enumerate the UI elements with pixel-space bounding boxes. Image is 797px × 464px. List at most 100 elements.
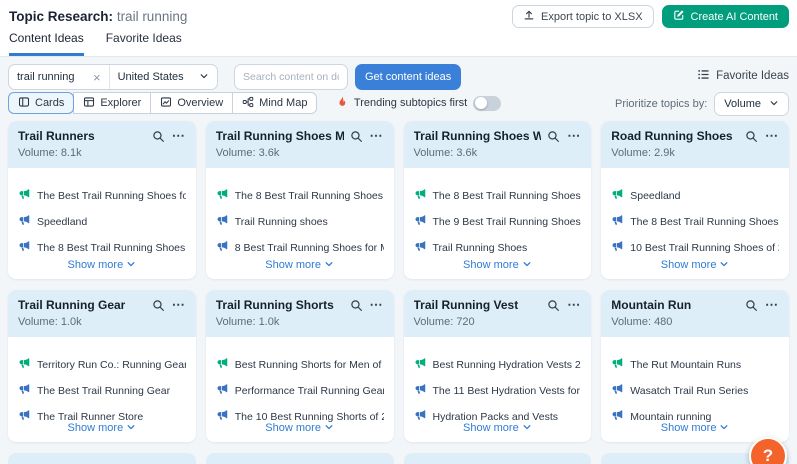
card-volume: Volume: 3.6k: [413, 147, 478, 159]
card-body: The 8 Best Trail Running Shoes for Trail…: [206, 168, 394, 255]
content-idea-item[interactable]: The Best Trail Running Gear: [18, 383, 186, 398]
content-idea-item[interactable]: Best Running Shorts for Men of 2025: [216, 357, 384, 372]
content-idea-item[interactable]: The 8 Best Trail Running Shoes for Trail…: [414, 188, 581, 203]
topic-card: Road Running Shoes ⋯ Volume: 2.9k Speedl…: [601, 121, 789, 279]
content-idea-item[interactable]: 8 Best Trail Running Shoes for Men: [216, 240, 384, 255]
view-cards-button[interactable]: Cards: [8, 92, 75, 114]
megaphone-icon: [18, 240, 30, 255]
more-menu-icon[interactable]: ⋯: [172, 129, 186, 142]
search-icon[interactable]: [152, 130, 165, 143]
content-idea-text: Wasatch Trail Run Series: [630, 384, 749, 397]
search-icon[interactable]: [350, 130, 363, 143]
card-body: Best Running Hydration Vests 2025: Fiel.…: [404, 337, 592, 424]
search-icon[interactable]: [152, 299, 165, 312]
show-more-link[interactable]: Show more: [601, 259, 789, 271]
megaphone-icon: [611, 357, 623, 372]
show-more-link[interactable]: Show more: [8, 422, 196, 434]
search-icon[interactable]: [745, 299, 758, 312]
more-menu-icon[interactable]: ⋯: [567, 298, 581, 311]
card-header: Trail Running Shoes Women ⋯ Volume: 3.6k: [403, 121, 592, 168]
flame-icon: [336, 95, 348, 111]
tab-favorite-ideas[interactable]: Favorite Ideas: [106, 31, 182, 56]
topic-query-wrapper: ×: [9, 65, 109, 89]
megaphone-icon: [414, 357, 426, 372]
favorite-ideas-link[interactable]: Favorite Ideas: [697, 68, 789, 84]
show-more-link[interactable]: Show more: [8, 259, 196, 271]
top-bar: Topic Research: trail running Export top…: [0, 0, 797, 57]
content-idea-item[interactable]: Performance Trail Running Gear Design...: [216, 383, 384, 398]
create-ai-content-button[interactable]: Create AI Content: [661, 5, 789, 28]
content-idea-text: Hydration Packs and Vests: [432, 410, 558, 423]
search-icon[interactable]: [350, 299, 363, 312]
content-idea-item[interactable]: The 11 Best Hydration Vests for Running …: [414, 383, 581, 398]
megaphone-icon: [414, 240, 426, 255]
content-idea-item[interactable]: Best Running Hydration Vests 2025: Fiel.…: [414, 357, 581, 372]
show-more-link[interactable]: Show more: [601, 422, 789, 434]
megaphone-icon: [216, 357, 228, 372]
show-more-link[interactable]: Show more: [404, 422, 592, 434]
content-idea-item[interactable]: Trail Running Shoes: [414, 240, 582, 255]
view-explorer-button[interactable]: Explorer: [73, 92, 152, 114]
content-idea-item[interactable]: Speedland: [18, 214, 186, 229]
content-idea-item[interactable]: The 8 Best Trail Running Shoes for Trail…: [18, 240, 186, 255]
tab-content-ideas[interactable]: Content Ideas: [9, 31, 84, 56]
search-icon[interactable]: [547, 130, 560, 143]
megaphone-icon: [414, 214, 426, 229]
card-header: Trail Running Shorts ⋯ Volume: 1.0k: [205, 290, 394, 337]
search-icon[interactable]: [547, 299, 560, 312]
content-idea-item[interactable]: 10 Best Trail Running Shoes of 2025: [611, 240, 779, 255]
more-menu-icon[interactable]: ⋯: [567, 129, 581, 142]
view-overview-button[interactable]: Overview: [150, 92, 234, 114]
show-more-link[interactable]: Show more: [206, 422, 394, 434]
content-idea-item[interactable]: Speedland: [611, 188, 779, 203]
card-volume: Volume: 8.1k: [18, 147, 82, 159]
toggle-knob: [475, 97, 488, 109]
megaphone-icon: [611, 188, 623, 203]
content-idea-item[interactable]: Wasatch Trail Run Series: [611, 383, 779, 398]
more-menu-icon[interactable]: ⋯: [370, 298, 384, 311]
card-body: Best Running Shorts for Men of 2025 Perf…: [206, 337, 394, 424]
content-idea-item[interactable]: Territory Run Co.: Running Gear to get y…: [18, 357, 186, 372]
page-title-query: trail running: [116, 9, 188, 24]
content-idea-item[interactable]: Trail Running shoes: [216, 214, 384, 229]
content-idea-text: Trail Running shoes: [234, 215, 328, 228]
content-idea-text: The Trail Runner Store: [37, 410, 144, 423]
content-idea-item[interactable]: The 8 Best Trail Running Shoes for Trail…: [216, 188, 384, 203]
content-idea-text: The 10 Best Running Shorts of 2025: [234, 410, 384, 423]
export-topic-button[interactable]: Export topic to XLSX: [512, 5, 654, 28]
more-menu-icon[interactable]: ⋯: [765, 129, 779, 142]
domain-search-input[interactable]: [234, 64, 348, 90]
card-header: Mountain Run ⋯ Volume: 480: [601, 290, 789, 337]
show-more-link[interactable]: Show more: [206, 259, 394, 271]
view-mindmap-button[interactable]: Mind Map: [232, 92, 318, 114]
content-idea-text: The Rut Mountain Runs: [630, 358, 742, 371]
more-menu-icon[interactable]: ⋯: [172, 298, 186, 311]
more-menu-icon[interactable]: ⋯: [765, 298, 779, 311]
content-idea-item[interactable]: The Best Trail Running Shoes for Every .…: [18, 188, 186, 203]
card-header: Trail Runners ⋯ Volume: 8.1k: [8, 121, 196, 168]
more-menu-icon[interactable]: ⋯: [370, 129, 384, 142]
megaphone-icon: [216, 383, 228, 398]
clear-query-icon[interactable]: ×: [93, 70, 101, 85]
topic-query-input[interactable]: [17, 71, 89, 83]
prioritize-select[interactable]: Volume: [714, 92, 789, 116]
megaphone-icon: [611, 214, 623, 229]
create-ai-content-label: Create AI Content: [690, 10, 778, 23]
top-actions: Export topic to XLSX Create AI Content: [512, 5, 789, 28]
cards-grid: Trail Runners ⋯ Volume: 8.1k The Best Tr…: [8, 121, 789, 464]
trending-toggle[interactable]: [473, 95, 502, 111]
get-content-ideas-button[interactable]: Get content ideas: [355, 64, 462, 90]
cards-icon: [18, 96, 30, 111]
list-icon: [697, 68, 710, 84]
topic-card-partial: [205, 453, 394, 464]
show-more-link[interactable]: Show more: [404, 259, 592, 271]
country-select[interactable]: United States: [108, 65, 217, 89]
content-idea-item[interactable]: The Rut Mountain Runs: [611, 357, 779, 372]
content-idea-item[interactable]: The 8 Best Trail Running Shoes for Trail…: [611, 214, 779, 229]
megaphone-icon: [18, 383, 30, 398]
content-idea-item[interactable]: The 9 Best Trail Running Shoes for Wom..…: [414, 214, 581, 229]
topic-card: Trail Runners ⋯ Volume: 8.1k The Best Tr…: [8, 121, 196, 279]
tabs: Content Ideas Favorite Ideas: [9, 31, 182, 56]
prioritize-label: Prioritize topics by:: [614, 98, 708, 110]
search-icon[interactable]: [745, 130, 758, 143]
